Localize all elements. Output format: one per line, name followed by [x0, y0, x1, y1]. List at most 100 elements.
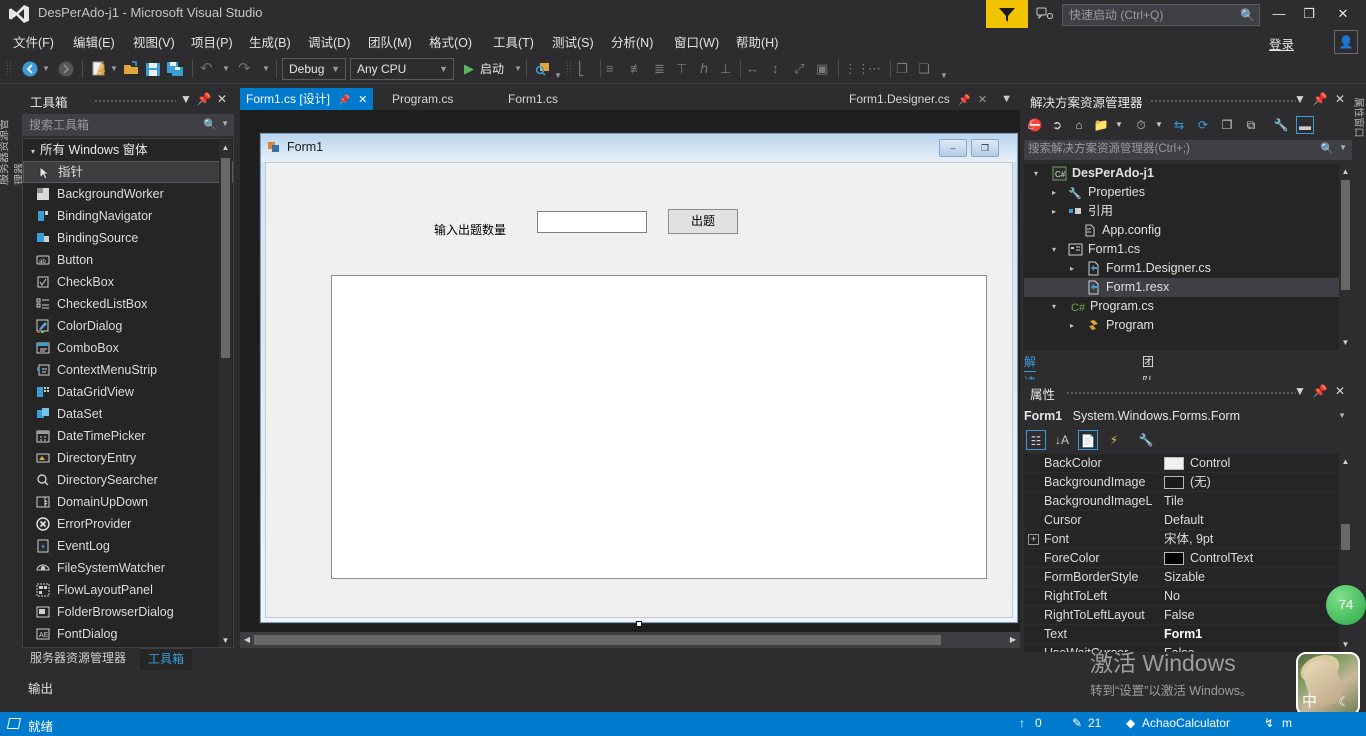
toolbox-item-button[interactable]: ab Button: [23, 249, 233, 271]
pin-icon[interactable]: 📌: [1312, 91, 1328, 107]
toolbox-item-fontdialog[interactable]: AE FontDialog: [23, 623, 233, 645]
toolbox-item-eventlog[interactable]: EventLog: [23, 535, 233, 557]
property-value[interactable]: No: [1164, 587, 1180, 606]
close-icon[interactable]: ✕: [214, 91, 230, 107]
undo-dropdown[interactable]: ▼: [222, 59, 230, 79]
close-icon[interactable]: ✕: [358, 94, 367, 106]
scroll-up-icon[interactable]: ▲: [1339, 454, 1352, 469]
toolbox-search-box[interactable]: 🔍 ▼: [22, 114, 234, 136]
property-row-backgroundimagelayout[interactable]: BackgroundImageLayo Tile: [1024, 492, 1352, 511]
alphabetical-icon[interactable]: ↓A: [1052, 430, 1072, 450]
sign-in-link[interactable]: 登录: [1269, 34, 1294, 53]
menu-analyze[interactable]: 分析(N): [608, 32, 656, 50]
chevron-down-icon[interactable]: ▼: [1339, 143, 1347, 152]
property-value[interactable]: Sizable: [1164, 568, 1205, 587]
chevron-down-icon[interactable]: ▼: [331, 59, 340, 79]
textbox-question-count[interactable]: [537, 211, 647, 233]
chevron-down-icon[interactable]: ▼: [1110, 116, 1128, 134]
make-same-height-icon[interactable]: ↕: [772, 59, 779, 79]
preview-selected-items-icon[interactable]: ▬: [1296, 116, 1314, 134]
form-designer-surface[interactable]: Form1 – ❐ 输入出题数量 出题 ◀ ▶: [240, 110, 1020, 648]
property-row-text[interactable]: Text Form1: [1024, 625, 1352, 644]
pending-changes-count[interactable]: 21: [1088, 716, 1101, 730]
toolbox-item-datetimepicker[interactable]: DateTimePicker: [23, 425, 233, 447]
redo-dropdown[interactable]: ▼: [262, 59, 270, 79]
sync-with-active-document-icon[interactable]: ⇆: [1170, 116, 1188, 134]
toolbox-item-checkedlistbox[interactable]: CheckedListBox: [23, 293, 233, 315]
horizontal-spacing-icon[interactable]: ⋮⋮: [844, 59, 870, 79]
tab-form1-cs[interactable]: Form1.cs: [502, 88, 564, 110]
property-row-backcolor[interactable]: BackColor Control: [1024, 454, 1352, 473]
account-icon[interactable]: 👤: [1334, 30, 1358, 54]
pin-icon[interactable]: 📌: [1312, 383, 1328, 399]
toolbox-item-bindingnavigator[interactable]: BindingNavigator: [23, 205, 233, 227]
ime-floating-widget[interactable]: 中 ☾: [1296, 652, 1360, 716]
design-form-window[interactable]: Form1 – ❐ 输入出题数量 出题: [259, 132, 1019, 627]
toolbox-item-datagridview[interactable]: DataGridView: [23, 381, 233, 403]
show-all-files-icon[interactable]: 📁: [1092, 116, 1110, 134]
branch-name[interactable]: m: [1282, 716, 1292, 730]
form-resize-grip[interactable]: [636, 621, 642, 627]
save-icon[interactable]: [144, 59, 162, 79]
property-row-righttoleftlayout[interactable]: RightToLeftLayout False: [1024, 606, 1352, 625]
form-maximize-button[interactable]: ❐: [971, 139, 999, 157]
close-icon[interactable]: ✕: [978, 94, 987, 106]
property-row-backgroundimage[interactable]: BackgroundImage (无): [1024, 473, 1352, 492]
make-same-size-icon[interactable]: ⤢: [794, 59, 804, 79]
menu-file[interactable]: 文件(F): [10, 32, 57, 50]
toolbox-group-all-windows-forms[interactable]: ▾ 所有 Windows 窗体: [23, 139, 233, 161]
toolbox-item-colordialog[interactable]: ColorDialog: [23, 315, 233, 337]
start-debug-button[interactable]: 启动: [480, 59, 504, 79]
tree-item-program-cs[interactable]: ▾ C# Program.cs: [1024, 297, 1352, 316]
tab-form1-designer[interactable]: Form1.cs [设计] 📌 ✕: [240, 88, 374, 110]
toolbox-scrollbar[interactable]: ▲ ▼: [219, 140, 232, 647]
navigate-forward-icon[interactable]: [56, 59, 76, 79]
toolbox-search-input[interactable]: [23, 115, 199, 135]
undo-icon[interactable]: ↶: [200, 59, 213, 79]
toolbar-grip[interactable]: [6, 61, 12, 77]
redo-icon[interactable]: ↷: [238, 59, 251, 79]
expander-icon[interactable]: ▸: [1052, 183, 1056, 202]
open-file-icon[interactable]: [122, 59, 140, 79]
property-pages-icon[interactable]: 🔧: [1136, 430, 1156, 450]
view-code-icon[interactable]: ⧉: [1242, 116, 1260, 134]
output-panel-label[interactable]: 输出: [28, 678, 53, 697]
designer-horizontal-scrollbar[interactable]: ◀ ▶: [240, 632, 1020, 648]
menu-view[interactable]: 视图(V): [130, 32, 178, 50]
toolbox-item-errorprovider[interactable]: ErrorProvider: [23, 513, 233, 535]
align-middles-icon[interactable]: ℎ: [700, 59, 708, 79]
menu-edit[interactable]: 编辑(E): [70, 32, 118, 50]
chevron-down-icon[interactable]: ▼: [1292, 383, 1308, 399]
arrow-up-icon[interactable]: ↑: [1019, 716, 1025, 730]
new-item-dropdown[interactable]: ▼: [110, 59, 118, 79]
solution-search-box[interactable]: 🔍 ▼: [1024, 140, 1352, 160]
menu-project[interactable]: 项目(P): [188, 32, 236, 50]
toolbox-item-filesystemwatcher[interactable]: FileSystemWatcher: [23, 557, 233, 579]
tree-item-app-config[interactable]: App.config: [1024, 221, 1352, 240]
home-icon[interactable]: ⌂: [1022, 116, 1040, 134]
menu-help[interactable]: 帮助(H): [733, 32, 781, 50]
home-icon[interactable]: ⌂: [1070, 116, 1088, 134]
chevron-down-icon[interactable]: ▼: [1292, 91, 1308, 107]
minimize-button[interactable]: —: [1264, 3, 1294, 25]
property-value[interactable]: (无): [1190, 473, 1211, 492]
menu-test[interactable]: 测试(S): [549, 32, 597, 50]
tab-solution-explorer[interactable]: 解决方案资源管理器: [1024, 352, 1037, 529]
property-value[interactable]: 宋体, 9pt: [1164, 530, 1213, 549]
categorized-icon[interactable]: ☷: [1026, 430, 1046, 450]
align-lefts-icon[interactable]: ≡: [606, 59, 614, 79]
solution-search-input[interactable]: [1024, 140, 1316, 158]
ime-moon-icon[interactable]: ☾: [1338, 694, 1350, 710]
tab-team-explorer[interactable]: 团队资源管理器: [1142, 352, 1154, 489]
tree-item-program-class[interactable]: ▸ Program: [1024, 316, 1352, 335]
tree-item-project[interactable]: ▾ C# DesPerAdo-j1: [1024, 164, 1352, 183]
properties-icon[interactable]: 🔧: [1272, 116, 1290, 134]
expander-icon[interactable]: ▸: [1052, 202, 1056, 221]
make-same-width-icon[interactable]: ↔: [746, 59, 759, 79]
send-feedback-icon[interactable]: [1036, 6, 1054, 22]
properties-object-selector[interactable]: Form1 System.Windows.Forms.Form ▼: [1024, 406, 1352, 426]
properties-view-icon[interactable]: 📄: [1078, 430, 1098, 450]
scroll-up-icon[interactable]: ▲: [1339, 164, 1352, 179]
start-dropdown[interactable]: ▼: [514, 59, 522, 79]
new-item-icon[interactable]: [90, 59, 108, 79]
